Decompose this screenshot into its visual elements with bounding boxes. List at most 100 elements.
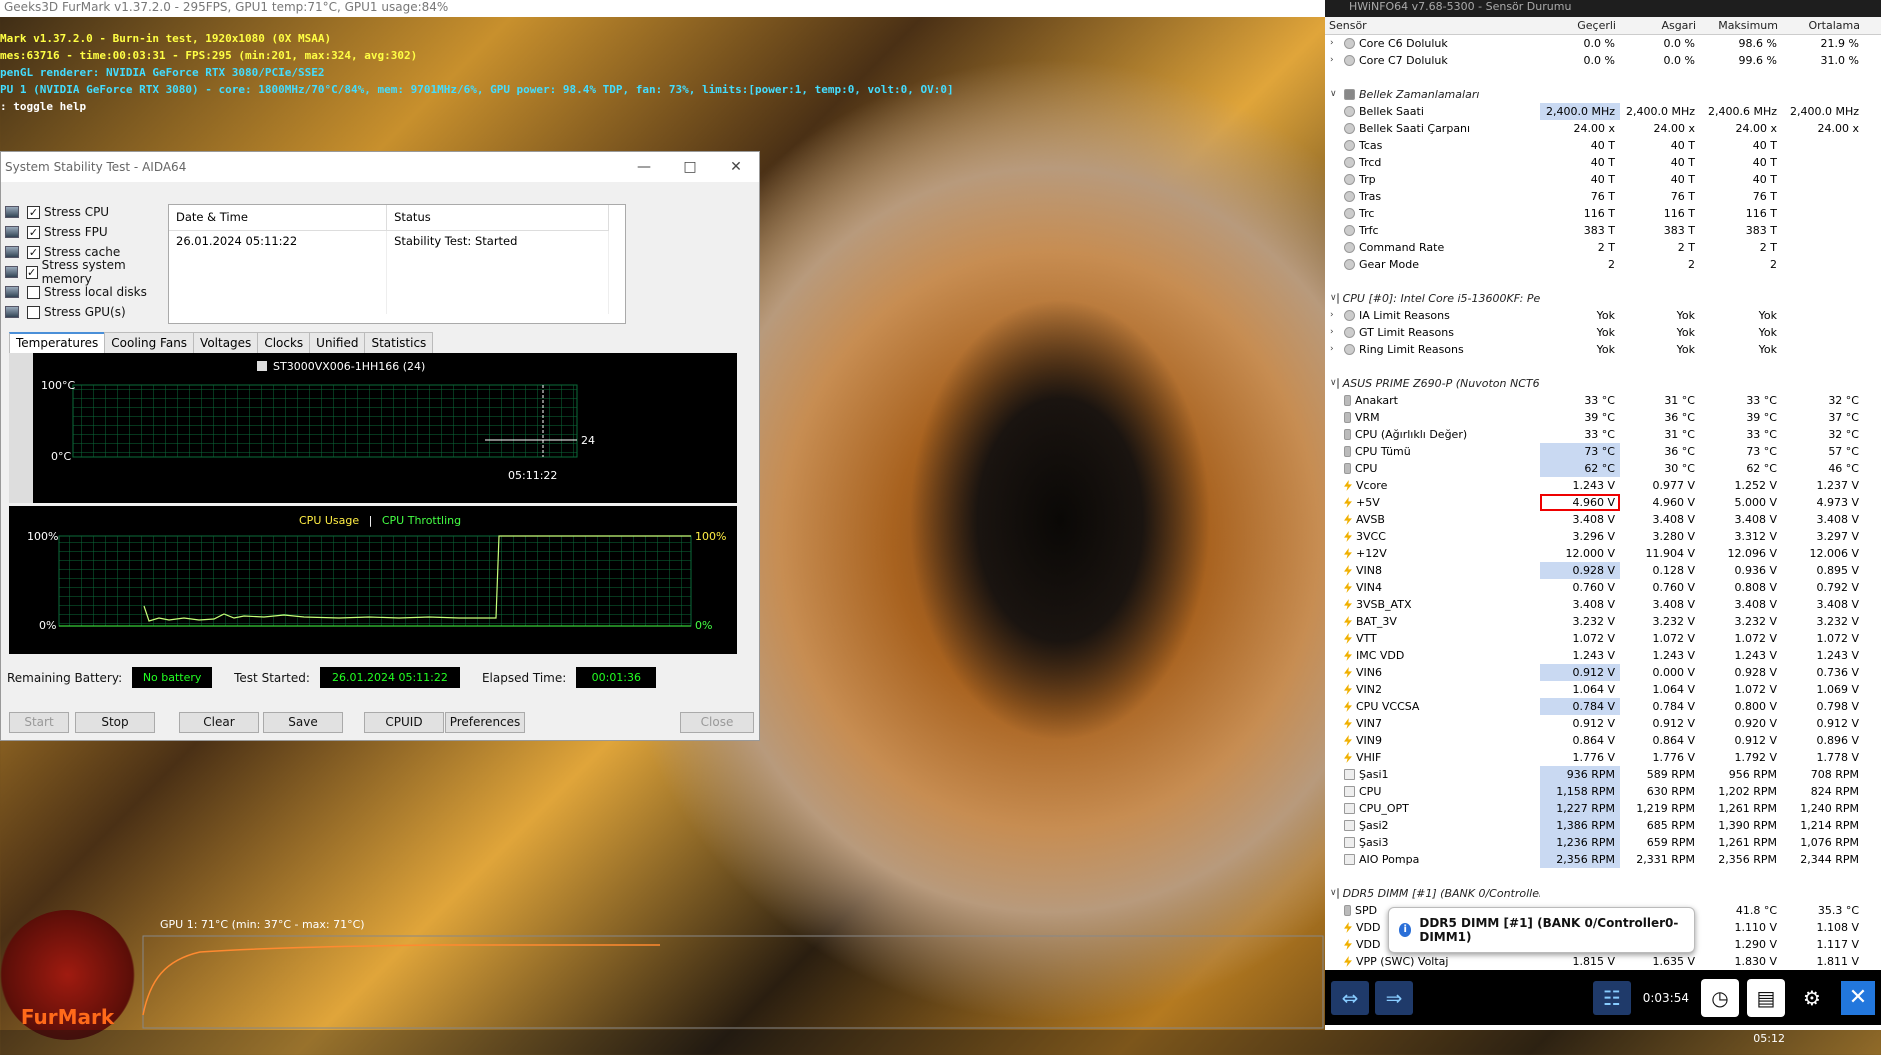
sensor-row[interactable]: Trcd 40 T 40 T 40 T: [1325, 154, 1881, 171]
sensor-row[interactable]: VIN8 0.928 V 0.128 V 0.936 V 0.895 V: [1325, 562, 1881, 579]
collapse-icon[interactable]: ∨: [1330, 885, 1337, 902]
sensor-row[interactable]: VIN7 0.912 V 0.912 V 0.920 V 0.912 V: [1325, 715, 1881, 732]
checkbox-checked[interactable]: ✓: [27, 225, 40, 239]
device-checkbox[interactable]: [257, 361, 267, 371]
header-min[interactable]: Asgari: [1620, 19, 1700, 32]
sensor-row[interactable]: VIN9 0.864 V 0.864 V 0.912 V 0.896 V: [1325, 732, 1881, 749]
sensor-group-row[interactable]: ∨CPU [#0]: Intel Core i5-13600KF: Perfor…: [1325, 290, 1881, 307]
tab-voltages[interactable]: Voltages: [193, 332, 259, 353]
expand-icon[interactable]: ›: [1330, 52, 1344, 69]
close-icon[interactable]: ✕: [1841, 980, 1875, 1015]
sensor-row[interactable]: VIN2 1.064 V 1.064 V 1.072 V 1.069 V: [1325, 681, 1881, 698]
stress-cpu-option[interactable]: ✓ Stress CPU: [5, 202, 165, 222]
sensor-row[interactable]: › IA Limit Reasons Yok Yok Yok: [1325, 307, 1881, 324]
sensor-row[interactable]: Bellek Saati Çarpanı 24.00 x 24.00 x 24.00 …: [1325, 120, 1881, 137]
sensor-row[interactable]: VIN6 0.912 V 0.000 V 0.928 V 0.736 V: [1325, 664, 1881, 681]
collapse-icon[interactable]: ∨: [1330, 290, 1337, 307]
tab-statistics[interactable]: Statistics: [364, 332, 434, 353]
close-button[interactable]: Close: [680, 712, 754, 733]
stress-fpu-option[interactable]: ✓ Stress FPU: [5, 222, 165, 242]
stress-memory-option[interactable]: ✓ Stress system memory: [5, 258, 165, 286]
sensor-row[interactable]: VPP (SWC) Voltaj 1.815 V 1.635 V 1.830 V 1.8…: [1325, 953, 1881, 970]
expand-icon[interactable]: ›: [1330, 341, 1344, 358]
preferences-button[interactable]: Preferences: [445, 712, 525, 733]
start-button[interactable]: Start: [9, 712, 69, 733]
sensor-row[interactable]: VHIF 1.776 V 1.776 V 1.792 V 1.778 V: [1325, 749, 1881, 766]
sensor-row[interactable]: Command Rate 2 T2 T2 T: [1325, 239, 1881, 256]
tab-temperatures[interactable]: Temperatures: [9, 332, 106, 353]
tab-cooling-fans[interactable]: Cooling Fans: [104, 332, 195, 353]
network-icon[interactable]: ☷: [1593, 980, 1631, 1015]
expand-icon[interactable]: ›: [1330, 35, 1344, 52]
header-current[interactable]: Geçerli: [1540, 19, 1620, 32]
sensor-group-row[interactable]: ∨ASUS PRIME Z690-P (Nuvoton NCT6798D): [1325, 375, 1881, 392]
sensor-row[interactable]: › Core C7 Doluluk 0.0 % 0.0 % 99.6 % 31.0 %: [1325, 52, 1881, 69]
sensor-row[interactable]: VIN4 0.760 V 0.760 V 0.808 V 0.792 V: [1325, 579, 1881, 596]
clear-button[interactable]: Clear: [179, 712, 259, 733]
save-button[interactable]: Save: [263, 712, 343, 733]
sensor-row[interactable]: CPU Tümü 73 °C 36 °C 73 °C 57 °C: [1325, 443, 1881, 460]
sensor-row[interactable]: › GT Limit Reasons Yok Yok Yok: [1325, 324, 1881, 341]
sensor-row[interactable]: Vcore 1.243 V 0.977 V 1.252 V 1.237 V: [1325, 477, 1881, 494]
close-icon[interactable]: ✕: [713, 159, 759, 175]
sensor-row[interactable]: Şasi3 1,236 RPM 659 RPM 1,261 RPM 1,076 RPM: [1325, 834, 1881, 851]
collapse-arrows-icon[interactable]: ⇒: [1375, 980, 1413, 1015]
collapse-icon[interactable]: ∨: [1330, 375, 1337, 392]
sensor-row[interactable]: CPU 1,158 RPM 630 RPM 1,202 RPM 824 RPM: [1325, 783, 1881, 800]
sensor-row[interactable]: Trfc 383 T 383 T 383 T: [1325, 222, 1881, 239]
gear-icon[interactable]: ⚙: [1793, 978, 1831, 1017]
sensor-row[interactable]: AIO Pompa 2,356 RPM 2,331 RPM 2,356 RPM 2,34…: [1325, 851, 1881, 868]
stress-disks-option[interactable]: Stress local disks: [5, 282, 165, 302]
checkbox-checked[interactable]: ✓: [27, 245, 40, 259]
sensor-list[interactable]: › Core C6 Doluluk 0.0 % 0.0 % 98.6 % 21.9 % › C…: [1325, 35, 1881, 987]
log-header-status[interactable]: Status: [386, 205, 609, 231]
sensor-row[interactable]: Gear Mode 2 2 2: [1325, 256, 1881, 273]
header-max[interactable]: Maksimum: [1700, 19, 1782, 32]
sensor-row[interactable]: 3VCC 3.296 V 3.280 V 3.312 V 3.297 V: [1325, 528, 1881, 545]
checkbox-checked[interactable]: ✓: [25, 265, 38, 279]
cpuid-button[interactable]: CPUID: [364, 712, 444, 733]
taskbar-clock[interactable]: 05:12: [1753, 1032, 1785, 1045]
sensor-row[interactable]: +5V 4.960 V 4.960 V 5.000 V 4.973 V: [1325, 494, 1881, 511]
stop-button[interactable]: Stop: [75, 712, 155, 733]
expand-icon[interactable]: ›: [1330, 324, 1344, 341]
sensor-row[interactable]: CPU (Ağırlıklı Değer) 33 °C 31 °C 33 °C 32 °…: [1325, 426, 1881, 443]
report-icon[interactable]: ▤: [1747, 978, 1785, 1017]
sensor-row[interactable]: CPU_OPT 1,227 RPM 1,219 RPM 1,261 RPM 1,240 …: [1325, 800, 1881, 817]
sensor-group-row[interactable]: ∨ Bellek Zamanlamaları: [1325, 86, 1881, 103]
sensor-row[interactable]: Şasi1 936 RPM 589 RPM 956 RPM 708 RPM: [1325, 766, 1881, 783]
sensor-row[interactable]: Anakart 33 °C 31 °C 33 °C 32 °C: [1325, 392, 1881, 409]
sensor-row[interactable]: CPU 62 °C 30 °C 62 °C 46 °C: [1325, 460, 1881, 477]
header-sensor[interactable]: Sensör: [1325, 19, 1540, 32]
sensor-row[interactable]: Trc 116 T 116 T 116 T: [1325, 205, 1881, 222]
tab-clocks[interactable]: Clocks: [257, 332, 311, 353]
sensor-row[interactable]: Tcas 40 T 40 T 40 T: [1325, 137, 1881, 154]
sensor-group-row[interactable]: ∨DDR5 DIMM [#1] (BANK 0/Controller0-DIMM…: [1325, 885, 1881, 902]
collapse-icon[interactable]: ∨: [1330, 86, 1344, 103]
sensor-row[interactable]: Bellek Saati 2,400.0 MHz 2,400.0 MHz 2,400.…: [1325, 103, 1881, 120]
minimize-icon[interactable]: —: [621, 159, 667, 175]
sensor-row[interactable]: Trp 40 T 40 T 40 T: [1325, 171, 1881, 188]
checkbox-unchecked[interactable]: [27, 305, 40, 319]
sensor-row[interactable]: AVSB 3.408 V 3.408 V 3.408 V 3.408 V: [1325, 511, 1881, 528]
sensor-row[interactable]: VTT 1.072 V 1.072 V 1.072 V 1.072 V: [1325, 630, 1881, 647]
header-avg[interactable]: Ortalama: [1782, 19, 1864, 32]
sensor-row[interactable]: Tras 76 T 76 T 76 T: [1325, 188, 1881, 205]
sensor-row[interactable]: BAT_3V 3.232 V 3.232 V 3.232 V 3.232 V: [1325, 613, 1881, 630]
sensor-row[interactable]: VRM 39 °C 36 °C 39 °C 37 °C: [1325, 409, 1881, 426]
sensor-row[interactable]: › Core C6 Doluluk 0.0 % 0.0 % 98.6 % 21.9 %: [1325, 35, 1881, 52]
checkbox-unchecked[interactable]: [27, 285, 40, 299]
checkbox-checked[interactable]: ✓: [27, 205, 40, 219]
sensor-row[interactable]: +12V 12.000 V 11.904 V 12.096 V 12.006 V: [1325, 545, 1881, 562]
sensor-row[interactable]: IMC VDD 1.243 V 1.243 V 1.243 V 1.243 V: [1325, 647, 1881, 664]
tab-unified[interactable]: Unified: [309, 332, 366, 353]
sensor-row[interactable]: CPU VCCSA 0.784 V 0.784 V 0.800 V 0.798 V: [1325, 698, 1881, 715]
clock-icon[interactable]: ◷: [1701, 978, 1739, 1017]
sensor-row[interactable]: Şasi2 1,386 RPM 685 RPM 1,390 RPM 1,214 RPM: [1325, 817, 1881, 834]
sensor-row[interactable]: 3VSB_ATX 3.408 V 3.408 V 3.408 V 3.408 V: [1325, 596, 1881, 613]
log-header-date[interactable]: Date & Time: [169, 205, 388, 231]
stress-gpu-option[interactable]: Stress GPU(s): [5, 302, 165, 322]
expand-icon[interactable]: ›: [1330, 307, 1344, 324]
maximize-icon[interactable]: □: [667, 159, 713, 175]
sensor-row[interactable]: › Ring Limit Reasons Yok Yok Yok: [1325, 341, 1881, 358]
